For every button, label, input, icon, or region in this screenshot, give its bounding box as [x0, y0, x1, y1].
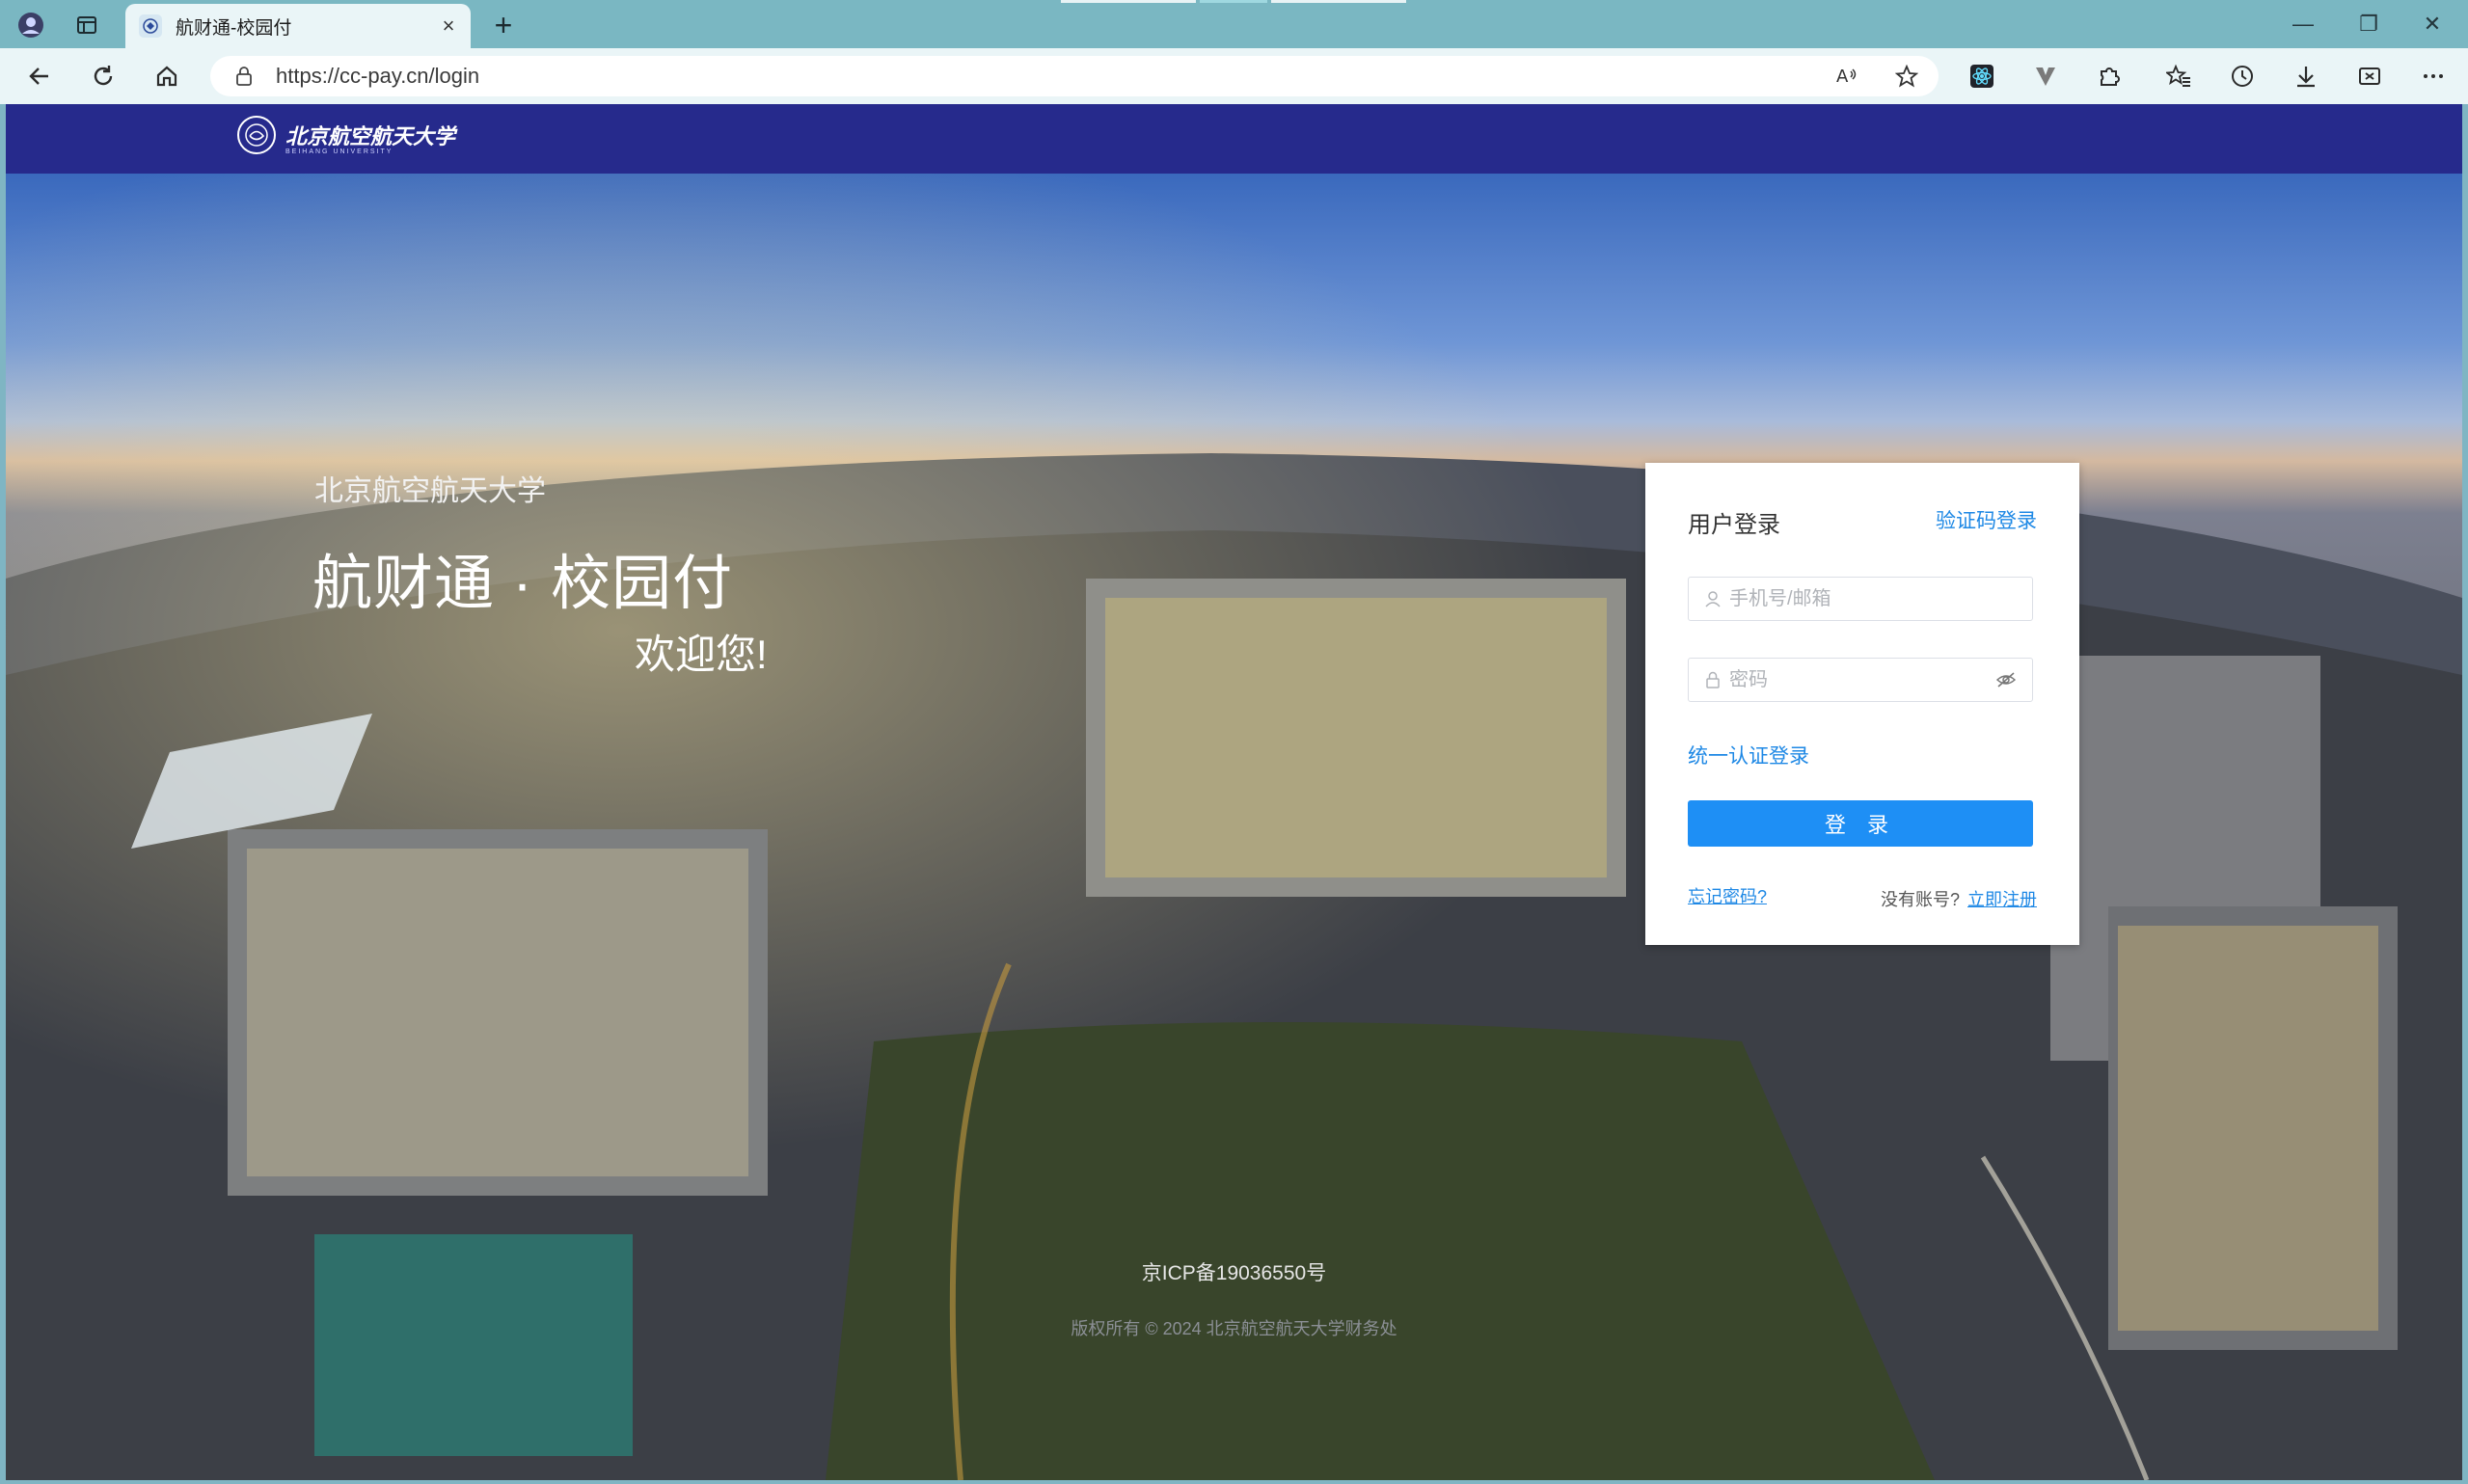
url-text[interactable]: https://cc-pay.cn/login	[276, 64, 479, 89]
register-prompt: 没有账号? 立即注册	[1881, 886, 2037, 911]
eye-hidden-icon[interactable]	[1993, 667, 2019, 692]
icp-record[interactable]: 京ICP备19036550号	[6, 1257, 2462, 1286]
back-icon[interactable]	[21, 59, 58, 94]
browser-tabstrip: 航财通-校园付 × + — ❐ ✕	[0, 0, 2468, 48]
university-name-en: BEIHANG UNIVERSITY	[285, 148, 393, 155]
restore-button[interactable]: ❐	[2349, 12, 2388, 37]
download-icon[interactable]	[2288, 59, 2324, 94]
extension-v-icon[interactable]	[2027, 59, 2064, 94]
profile-icon[interactable]	[14, 8, 48, 42]
hero-welcome: 欢迎您!	[635, 632, 768, 677]
more-icon[interactable]	[2415, 59, 2452, 94]
tabstrip-highlight-active	[1200, 0, 1267, 3]
extension-react-icon[interactable]	[1964, 59, 2000, 94]
browser-toolbar: https://cc-pay.cn/login A	[0, 48, 2468, 104]
university-name: 北京航空航天大学	[285, 124, 456, 149]
tab-title: 航财通-校园付	[176, 17, 292, 39]
tab-close-button[interactable]: ×	[434, 12, 463, 40]
account-input[interactable]	[1727, 579, 2032, 619]
favorite-star-icon[interactable]	[1888, 56, 1925, 96]
close-window-button[interactable]: ✕	[2413, 12, 2452, 37]
account-field[interactable]	[1688, 577, 2033, 621]
svg-text:A: A	[1836, 67, 1849, 87]
sms-login-link[interactable]: 验证码登录	[1936, 505, 2037, 534]
tab-favicon-icon	[139, 14, 162, 38]
password-field[interactable]	[1688, 658, 2033, 702]
favorites-icon[interactable]	[2160, 59, 2197, 94]
sso-login-link[interactable]: 统一认证登录	[1688, 741, 1809, 769]
login-title: 用户登录	[1688, 512, 1780, 538]
tabstrip-highlight	[1271, 0, 1406, 3]
no-account-text: 没有账号?	[1880, 890, 1960, 909]
university-logo[interactable]: 北京航空航天大学 BEIHANG UNIVERSITY	[237, 116, 456, 155]
login-card: 用户登录 验证码登录 统一认证登录 登 录 忘记密码? 没有账号? 立即注册	[1645, 463, 2079, 945]
reload-icon[interactable]	[85, 59, 122, 94]
home-icon[interactable]	[149, 59, 185, 94]
forgot-password-link[interactable]: 忘记密码?	[1688, 883, 1767, 908]
password-input[interactable]	[1727, 660, 1993, 700]
copyright-text: 版权所有 © 2024 北京航空航天大学财务处	[1071, 1319, 1397, 1338]
new-tab-button[interactable]: +	[486, 10, 521, 44]
address-bar[interactable]: https://cc-pay.cn/login A	[210, 56, 1939, 96]
hero-university-name: 北京航空航天大学	[314, 475, 546, 507]
tabstrip-highlight	[1061, 0, 1196, 3]
read-aloud-icon[interactable]: A	[1829, 56, 1865, 96]
minimize-button[interactable]: —	[2284, 12, 2322, 37]
user-icon	[1702, 588, 1723, 609]
tab-actions-icon[interactable]	[69, 8, 104, 42]
site-header: 北京航空航天大学 BEIHANG UNIVERSITY	[6, 104, 2462, 174]
web-page: 北京航空航天大学 BEIHANG UNIVERSITY 北京航空航天大学 航财通…	[6, 104, 2462, 1480]
lock-icon[interactable]	[233, 66, 255, 87]
login-button[interactable]: 登 录	[1688, 800, 2033, 847]
password-lock-icon	[1702, 669, 1723, 690]
screenshot-icon[interactable]	[2351, 59, 2388, 94]
hero-title: 航财通 · 校园付	[312, 551, 734, 617]
extensions-puzzle-icon[interactable]	[2091, 59, 2128, 94]
register-link[interactable]: 立即注册	[1967, 890, 2037, 909]
history-icon[interactable]	[2224, 59, 2261, 94]
active-tab[interactable]: 航财通-校园付 ×	[125, 4, 471, 48]
university-seal-icon	[237, 116, 276, 154]
